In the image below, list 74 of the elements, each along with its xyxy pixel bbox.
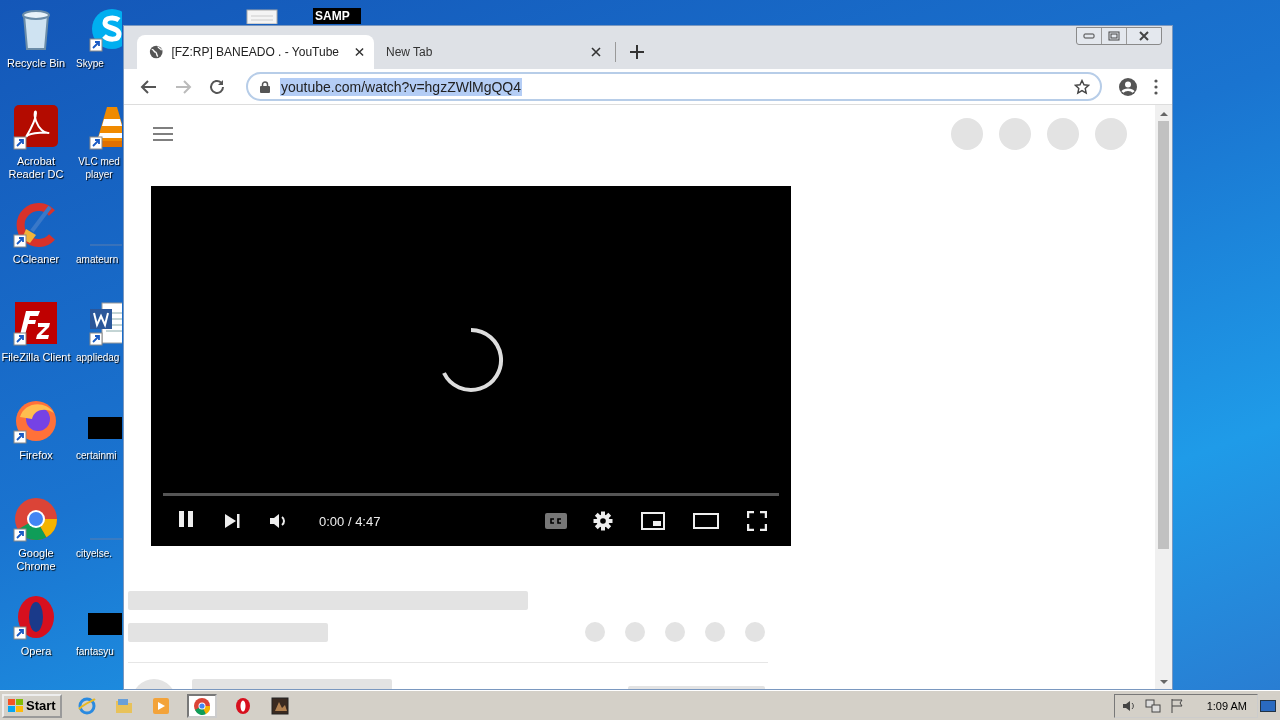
- taskbar-button[interactable]: [268, 694, 291, 717]
- placeholder-circle: [665, 622, 685, 642]
- icon-label[interactable]: appliedag: [76, 351, 120, 364]
- icon-label[interactable]: Opera: [20, 645, 52, 658]
- star-icon[interactable]: [1074, 78, 1090, 95]
- back-icon[interactable]: [140, 77, 158, 96]
- placeholder-circle: [999, 117, 1031, 150]
- show-desktop-button[interactable]: [1260, 699, 1276, 712]
- placeholder-circle: [951, 117, 983, 150]
- icon-label[interactable]: FileZilla Client: [1, 351, 71, 364]
- account-icon[interactable]: [1118, 76, 1138, 97]
- tab-title: New Tab: [386, 45, 433, 59]
- pause-icon[interactable]: [177, 510, 195, 528]
- fullscreen-icon[interactable]: [747, 511, 767, 531]
- placeholder-circle: [1047, 117, 1079, 150]
- globe-icon: [149, 44, 164, 60]
- browser-tab[interactable]: New Tab: [374, 35, 611, 69]
- taskbar-button[interactable]: [186, 693, 217, 718]
- miniplayer-icon[interactable]: [641, 512, 665, 530]
- next-icon[interactable]: [223, 512, 241, 530]
- placeholder-circle: [625, 622, 645, 642]
- placeholder-circle: [745, 622, 765, 642]
- url-text: youtube.com/watch?v=hgzZWlMgQQ4: [280, 77, 523, 96]
- chrome-icon[interactable]: [12, 495, 60, 543]
- icon-label[interactable]: Recycle Bin: [6, 57, 66, 70]
- icon-label[interactable]: Skype: [76, 57, 104, 70]
- close-icon: [1137, 31, 1151, 41]
- menu-icon[interactable]: [153, 126, 173, 141]
- tab-title: [FZ:RP] BANEADO . - YouTube: [171, 45, 339, 59]
- captions-icon[interactable]: [545, 513, 567, 529]
- pdf-icon[interactable]: [12, 103, 60, 151]
- address-bar[interactable]: youtube.com/watch?v=hgzZWlMgQQ4: [246, 72, 1102, 101]
- new-tab-icon[interactable]: [630, 45, 644, 59]
- icon-label[interactable]: amateurn: [76, 253, 119, 266]
- menu-icon[interactable]: [1154, 78, 1158, 95]
- network-icon[interactable]: [1144, 697, 1161, 714]
- browser-tab[interactable]: [FZ:RP] BANEADO . - YouTube: [137, 35, 374, 69]
- app-icon[interactable]: SAMP: [313, 8, 361, 24]
- scroll-thumb[interactable]: [1158, 121, 1169, 549]
- icon-label[interactable]: CCleaner: [12, 253, 60, 266]
- icon-label[interactable]: Acrobat Reader DC: [1, 155, 71, 181]
- time-display: 0:00 / 4:47: [319, 513, 381, 529]
- start-button[interactable]: Start: [2, 693, 62, 718]
- restore-icon: [1108, 31, 1120, 41]
- scrollbar[interactable]: [1155, 105, 1172, 689]
- filezilla-icon[interactable]: [12, 299, 60, 347]
- settings-icon[interactable]: [593, 511, 613, 531]
- placeholder-circle: [1095, 117, 1127, 150]
- chrome-icon: [192, 696, 211, 715]
- opera-icon: [233, 696, 252, 715]
- folder-icon: [114, 696, 133, 715]
- icon-label[interactable]: VLC med player: [76, 155, 122, 181]
- scroll-up-icon[interactable]: [1159, 111, 1168, 117]
- icon-label[interactable]: Firefox: [19, 449, 53, 462]
- icon-label[interactable]: Google Chrome: [1, 547, 71, 573]
- document-icon[interactable]: [245, 8, 279, 24]
- windows-logo-icon: [8, 698, 24, 713]
- reload-icon[interactable]: [208, 77, 226, 96]
- close-icon[interactable]: [591, 47, 601, 57]
- app-icon: [270, 696, 289, 715]
- icon-label[interactable]: cityelse.: [76, 547, 113, 560]
- minimize-icon: [1083, 32, 1095, 40]
- close-icon[interactable]: [355, 47, 364, 57]
- flag-icon[interactable]: [1168, 697, 1185, 714]
- icon-label[interactable]: fantasyu: [76, 645, 114, 658]
- placeholder-circle: [585, 622, 605, 642]
- placeholder-circle: [705, 622, 725, 642]
- icon-label[interactable]: certainmi: [76, 449, 117, 462]
- lock-icon: [260, 80, 270, 93]
- scroll-down-icon[interactable]: [1159, 679, 1168, 685]
- media-player-icon: [151, 696, 170, 715]
- browser-icon: [77, 696, 96, 715]
- theater-mode-icon[interactable]: [693, 513, 719, 529]
- clock[interactable]: 1:09 AM: [1206, 699, 1247, 712]
